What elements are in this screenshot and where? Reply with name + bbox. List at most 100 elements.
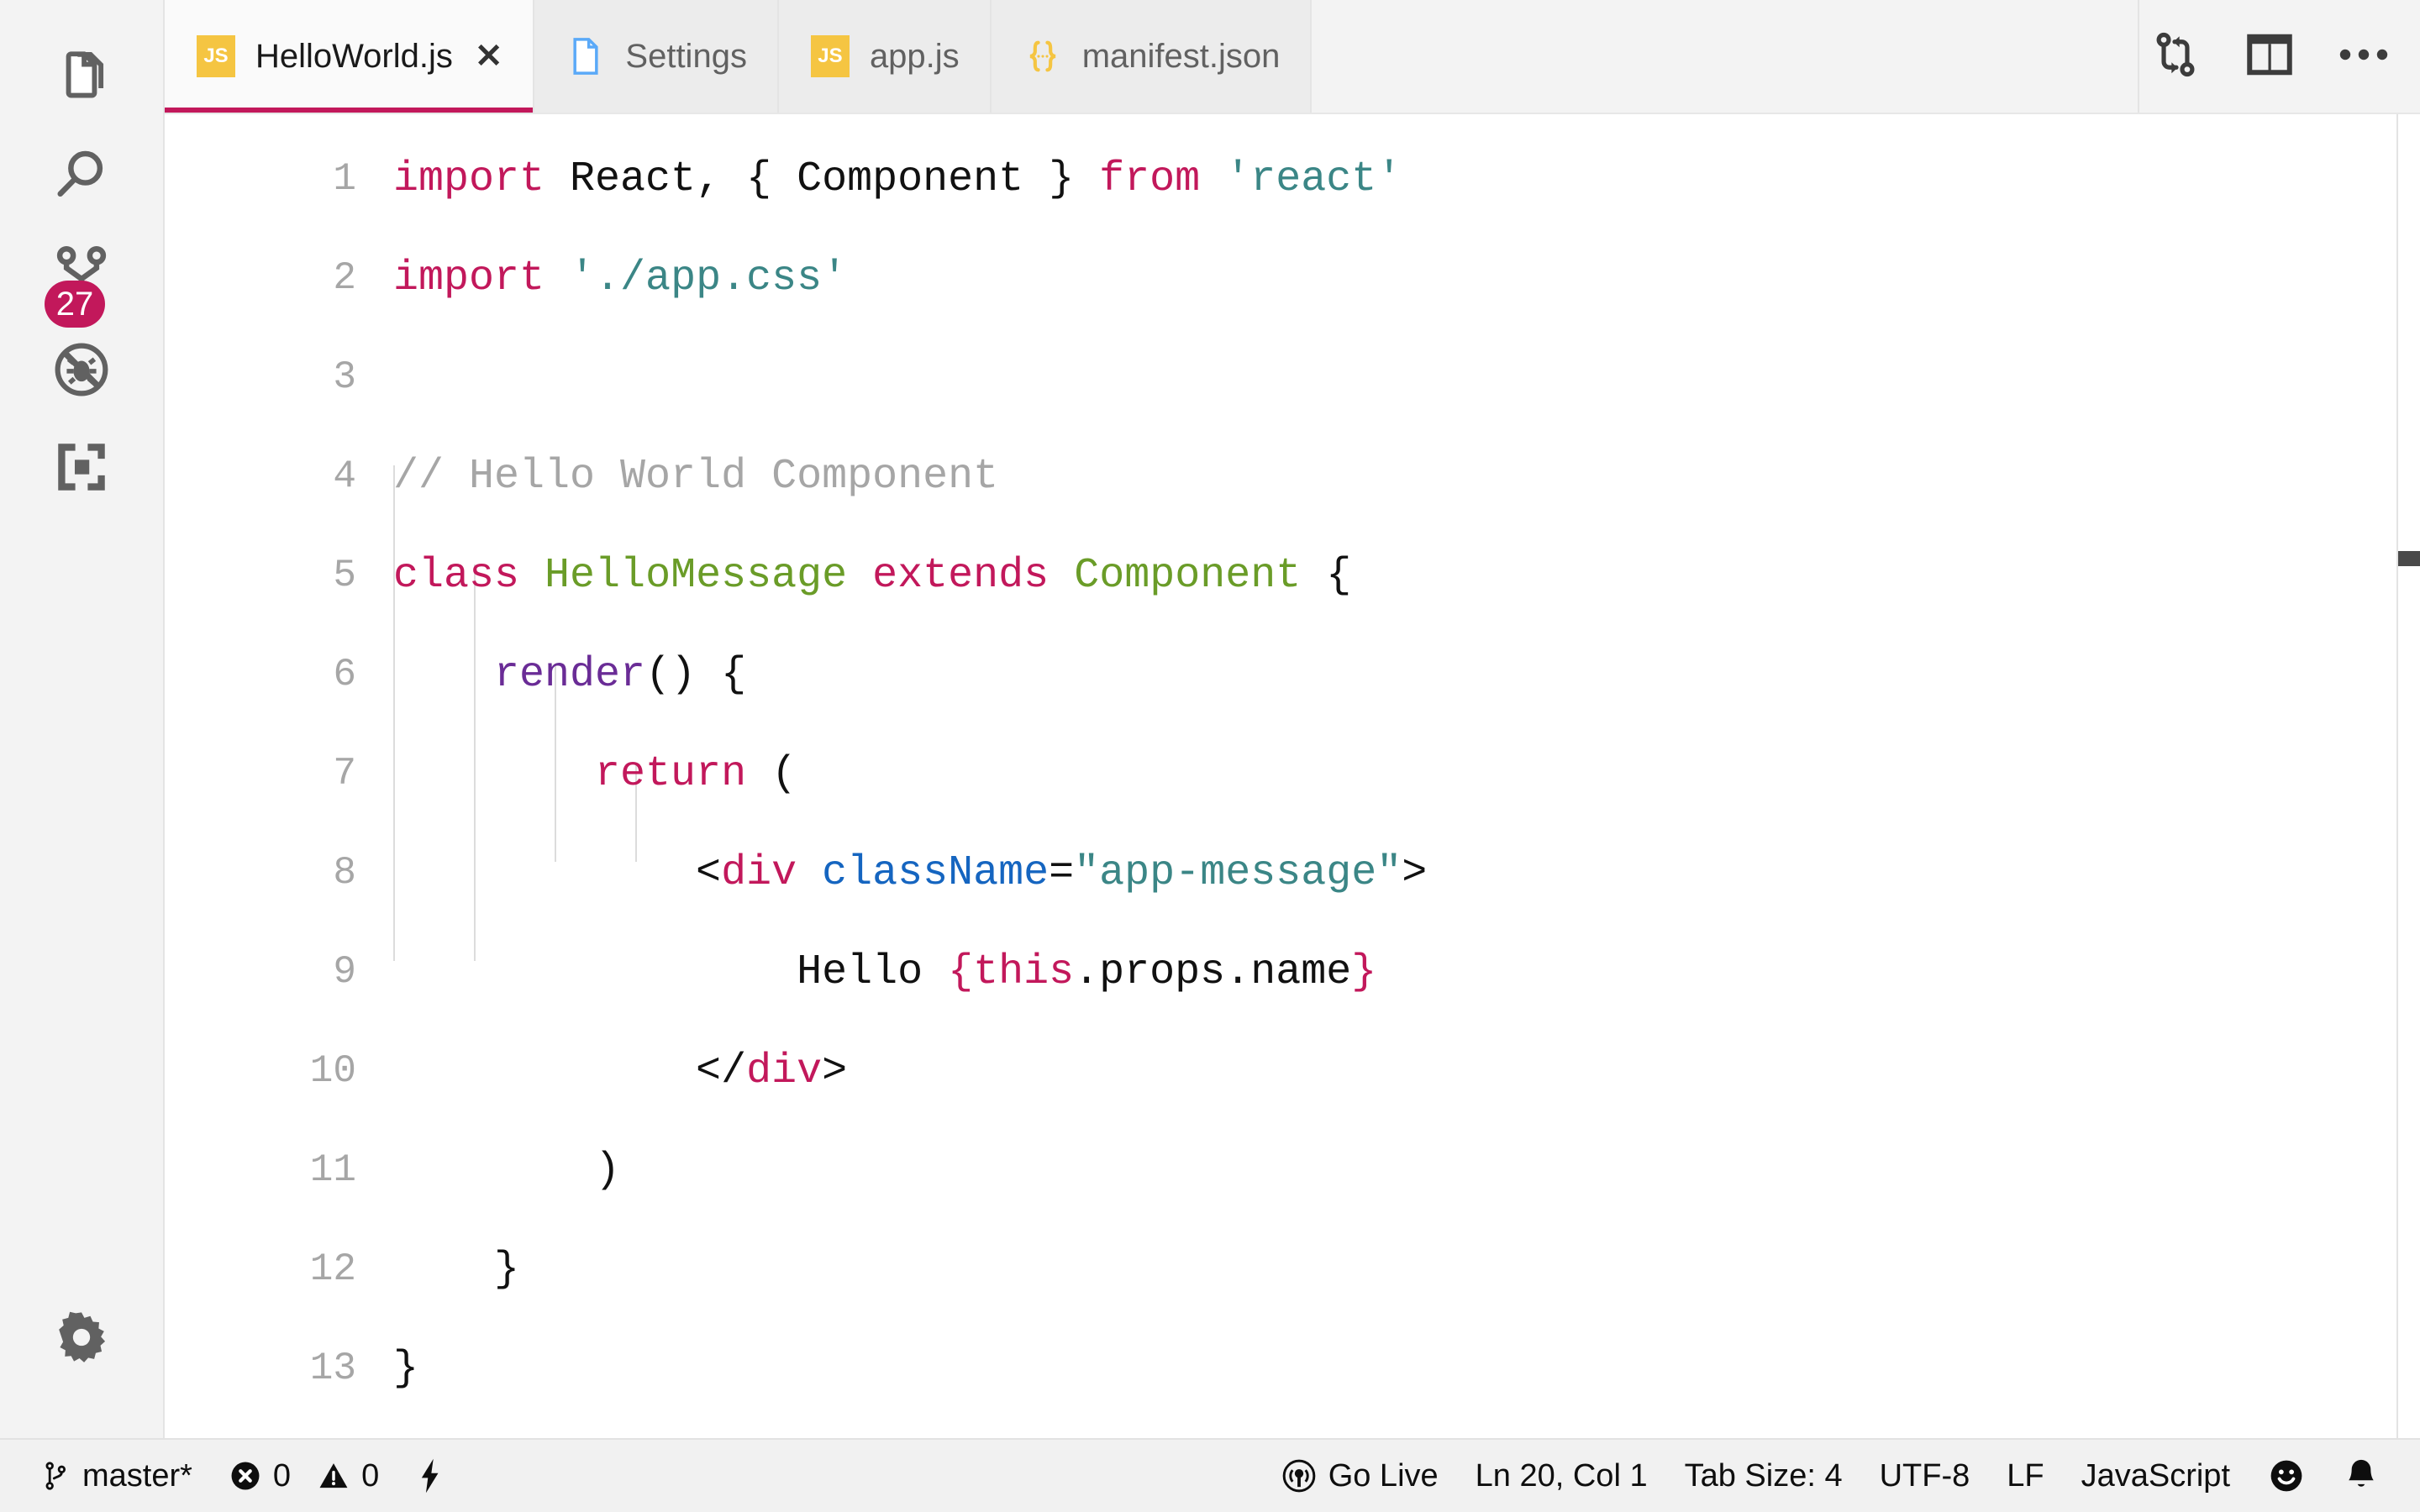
line-number: 5: [333, 554, 356, 597]
sidebar-item-source-control[interactable]: 27: [0, 223, 164, 328]
code-line-text: render() {: [393, 651, 746, 699]
editor-actions: [2139, 0, 2420, 113]
code-token: './app.css': [570, 254, 848, 302]
sidebar-item-run-and-debug[interactable]: [0, 321, 164, 418]
code-line[interactable]: 5 class HelloMessage extends Component {: [165, 526, 2420, 625]
activity-bar-top-group: 27: [0, 0, 164, 516]
status-branch[interactable]: master*: [24, 1440, 211, 1512]
tab-manifest-json[interactable]: manifest.json: [991, 0, 1313, 113]
code-token: 'react': [1225, 155, 1402, 203]
overview-ruler[interactable]: [2396, 114, 2420, 1438]
status-cursor-position[interactable]: Ln 20, Col 1: [1457, 1440, 1666, 1512]
gear-icon: [50, 1306, 113, 1368]
code-line[interactable]: 7 return (: [165, 724, 2420, 823]
editor-group: JS HelloWorld.js ✕ Settings JS app.js ma…: [165, 0, 2420, 1438]
extensions-icon: [50, 436, 113, 498]
code-line[interactable]: 10 </div>: [165, 1021, 2420, 1121]
status-language-mode[interactable]: JavaScript: [2063, 1440, 2249, 1512]
code-token: .props.name: [1074, 948, 1352, 996]
more-actions-icon: [2338, 46, 2389, 67]
code-line[interactable]: 12 }: [165, 1220, 2420, 1319]
status-eol[interactable]: LF: [1988, 1440, 2062, 1512]
tab-settings[interactable]: Settings: [534, 0, 779, 113]
sidebar-item-search[interactable]: [0, 126, 164, 223]
code-token: class: [393, 551, 520, 600]
tab-bar-spacer: [1312, 0, 2139, 113]
code-editor[interactable]: 1 import React, { Component } from 'react…: [165, 114, 2420, 1438]
code-token: <: [393, 848, 722, 897]
code-line-list: 1 import React, { Component } from 'react…: [165, 114, 2420, 1418]
code-token: className: [822, 848, 1050, 897]
status-go-live-label: Go Live: [1328, 1457, 1439, 1494]
code-token: extends: [872, 551, 1050, 600]
code-token: }: [1351, 948, 1377, 996]
code-line-text: Hello {this.props.name}: [393, 948, 1376, 996]
line-number: 6: [333, 653, 356, 696]
code-token: "app-message": [1074, 848, 1402, 897]
code-line[interactable]: 1 import React, { Component } from 'react…: [165, 129, 2420, 228]
files-icon: [50, 46, 113, 108]
vscode-window: 27 JS HelloWorld.js ✕ Settings JS app.js…: [0, 0, 2420, 1512]
tab-label: app.js: [869, 37, 960, 75]
sidebar-item-manage-settings[interactable]: [0, 1289, 164, 1386]
settings-file-icon: [565, 35, 607, 77]
code-line[interactable]: 9 Hello {this.props.name}: [165, 922, 2420, 1021]
bolt-icon: [416, 1457, 445, 1494]
open-changes-button[interactable]: [2148, 29, 2203, 84]
tab-app-js[interactable]: JS app.js: [778, 0, 992, 113]
status-bar-right: Go Live Ln 20, Col 1 Tab Size: 4 UTF-8 L…: [1263, 1440, 2420, 1512]
status-branch-label: master*: [82, 1457, 192, 1494]
line-number: 10: [309, 1049, 356, 1093]
code-token: }: [393, 1344, 419, 1393]
status-notifications[interactable]: [2324, 1440, 2398, 1512]
code-line[interactable]: 4 // Hello World Component: [165, 427, 2420, 526]
js-file-icon: JS: [195, 35, 237, 77]
code-line[interactable]: 11 ): [165, 1121, 2420, 1220]
line-number: 9: [333, 950, 356, 994]
search-icon: [50, 144, 113, 206]
status-live-share[interactable]: [397, 1440, 463, 1512]
code-token: ): [393, 1146, 621, 1194]
code-token: div: [746, 1047, 823, 1095]
code-line-text: class HelloMessage extends Component {: [393, 552, 1351, 600]
code-token: () {: [645, 650, 747, 699]
status-encoding-label: UTF-8: [1879, 1457, 1970, 1494]
split-editor-button[interactable]: [2242, 29, 2297, 84]
tab-helloworld-js[interactable]: JS HelloWorld.js ✕: [165, 0, 535, 113]
code-line[interactable]: 2 import './app.css': [165, 228, 2420, 328]
code-token: </: [393, 1047, 747, 1095]
line-number: 8: [333, 851, 356, 895]
status-feedback[interactable]: [2249, 1440, 2324, 1512]
code-token: // Hello World Component: [393, 452, 999, 501]
more-actions-button[interactable]: [2336, 29, 2391, 84]
code-token: div: [721, 848, 797, 897]
tab-label: Settings: [625, 37, 747, 75]
status-tab-size[interactable]: Tab Size: 4: [1666, 1440, 1861, 1512]
code-line[interactable]: 13}: [165, 1319, 2420, 1418]
code-line[interactable]: 8 <div className="app-message">: [165, 823, 2420, 922]
code-line[interactable]: 3: [165, 328, 2420, 427]
code-token: {: [948, 948, 974, 996]
line-number: 7: [333, 752, 356, 795]
code-line-text: }: [393, 1246, 519, 1294]
code-line[interactable]: 6 render() {: [165, 625, 2420, 724]
code-token: from: [1099, 155, 1201, 203]
status-problems[interactable]: 0 0: [211, 1440, 397, 1512]
code-token: (: [746, 749, 797, 798]
line-number: 2: [333, 256, 356, 300]
line-number: 1: [333, 157, 356, 201]
status-encoding[interactable]: UTF-8: [1861, 1440, 1989, 1512]
code-line-text: }: [393, 1345, 418, 1393]
sidebar-item-extensions[interactable]: [0, 418, 164, 516]
code-line-text: import React, { Component } from 'react': [393, 155, 1402, 203]
line-number: 13: [309, 1347, 356, 1390]
sidebar-item-explorer[interactable]: [0, 29, 164, 126]
close-icon[interactable]: ✕: [475, 39, 503, 73]
code-token: Component: [1074, 551, 1302, 600]
status-go-live[interactable]: Go Live: [1263, 1440, 1457, 1512]
